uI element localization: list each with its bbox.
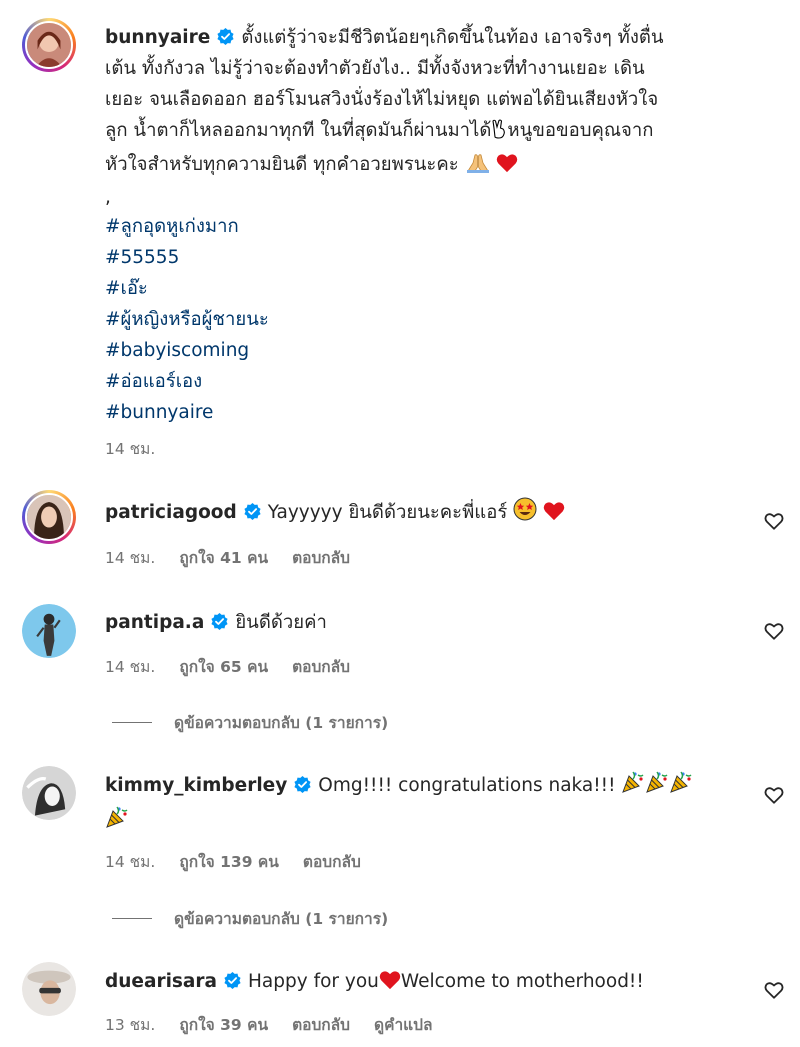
comment-body: kimmy_kimberley Omg!!!! congratulations n… [105,770,740,840]
like-comment-heart-icon[interactable] [764,786,784,804]
comment-meta: 14 ชม. ถูกใจ 139 คน ตอบกลับ [105,849,361,874]
victory-hand-emoji-icon [491,118,507,149]
hashtag-link[interactable]: #ผู้หญิงหรือผู้ชายนะ [105,304,740,335]
comment-meta: 13 ชม. ถูกใจ 39 คน ตอบกลับ ดูคำแปล [105,1012,432,1037]
like-count[interactable]: ถูกใจ 41 คน [179,545,268,570]
reply-button[interactable]: ตอบกลับ [292,1012,350,1037]
hashtag-link[interactable]: #เอ๊ะ [105,273,740,304]
hashtag-link[interactable]: #babyiscoming [105,335,740,366]
red-heart-emoji-icon [496,152,518,183]
like-comment-heart-icon[interactable] [764,622,784,640]
like-comment-heart-icon[interactable] [764,512,784,530]
star-struck-emoji-icon [513,497,537,531]
avatar-photo-icon [27,23,71,67]
hashtag-link[interactable]: #ลูกอุดหูเก่งมาก [105,211,740,242]
comment-body: patriciagood Yayyyyy ยินดีด้วยนะคะพี่แอร์ [105,497,740,531]
view-replies-label: ดูข้อความตอบกลับ (1 รายการ) [174,910,389,928]
verified-badge-icon [243,502,262,521]
translate-button[interactable]: ดูคำแปล [374,1012,432,1037]
comment-meta: 14 ชม. ถูกใจ 41 คน ตอบกลับ [105,545,350,570]
commenter-username[interactable]: patriciagood [105,502,237,523]
replies-divider [112,918,152,919]
post-caption: bunnyaire ตั้งแต่รู้ว่าจะมีชีวิตน้อยๆเกิด… [105,22,740,428]
author-avatar[interactable] [22,18,76,72]
party-popper-emoji-icon [645,770,669,805]
hashtag-link[interactable]: #55555 [105,242,740,273]
party-popper-emoji-icon [105,805,129,840]
caption-line: ตั้งแต่รู้ว่าจะมีชีวิตน้อยๆเกิดขึ้นในท้อ… [241,27,664,48]
view-replies-button[interactable]: ดูข้อความตอบกลับ (1 รายการ) [112,710,388,735]
comment-text: Welcome to motherhood!! [400,971,644,992]
comment-time: 14 ชม. [105,658,156,676]
like-comment-heart-icon[interactable] [764,981,784,999]
comment-time: 14 ชม. [105,853,156,871]
caption-separator: , [105,187,111,208]
party-popper-emoji-icon [669,770,693,805]
author-username[interactable]: bunnyaire [105,27,210,48]
replies-divider [112,722,152,723]
post-time: 14 ชม. [105,440,156,458]
caption-line: เต้น ทั้งกังวล ไม่รู้ว่าจะต้องทำตัวยังไง… [105,58,645,79]
hashtag-link[interactable]: #bunnyaire [105,397,740,428]
commenter-avatar[interactable] [22,604,76,658]
like-count[interactable]: ถูกใจ 39 คน [179,1012,268,1037]
commenter-avatar[interactable] [22,490,76,544]
avatar-photo-icon [22,962,76,1016]
comment-text: Yayyyyy ยินดีด้วยนะคะพี่แอร์ [267,502,508,523]
reply-button[interactable]: ตอบกลับ [292,654,350,679]
comment-text: Omg!!!! congratulations naka!!! [318,775,616,796]
caption-line: หนูขอขอบคุณจาก [507,120,654,141]
verified-badge-icon [210,612,229,631]
view-replies-button[interactable]: ดูข้อความตอบกลับ (1 รายการ) [112,906,388,931]
reply-button[interactable]: ตอบกลับ [303,849,361,874]
comment-text: Happy for you [248,971,379,992]
view-replies-label: ดูข้อความตอบกลับ (1 รายการ) [174,714,389,732]
like-count[interactable]: ถูกใจ 139 คน [179,849,279,874]
party-popper-emoji-icon [621,770,645,805]
comment-time: 13 ชม. [105,1016,156,1034]
comment-text: ยินดีด้วยค่า [235,612,327,633]
comment-body: duearisara Happy for you Welcome to mother… [105,966,740,1000]
comment-body: pantipa.a ยินดีด้วยค่า [105,607,740,638]
comment-time: 14 ชม. [105,549,156,567]
commenter-username[interactable]: duearisara [105,971,217,992]
verified-badge-icon [216,27,235,46]
verified-badge-icon [223,971,242,990]
commenter-username[interactable]: pantipa.a [105,612,204,633]
caption-line: เยอะ จนเลือดออก ฮอร์โมนสวิงนั่งร้องไห้ไม… [105,89,659,110]
caption-line: ลูก น้ำตาก็ไหลออกมาทุกที ในที่สุดมันก็ผ่… [105,120,492,141]
commenter-avatar[interactable] [22,962,76,1016]
red-heart-emoji-icon [543,500,565,531]
commenter-username[interactable]: kimmy_kimberley [105,775,287,796]
post-meta: 14 ชม. [105,436,155,461]
commenter-avatar[interactable] [22,766,76,820]
red-heart-emoji-icon [379,969,401,1000]
like-count[interactable]: ถูกใจ 65 คน [179,654,268,679]
comments-panel: bunnyaire ตั้งแต่รู้ว่าจะมีชีวิตน้อยๆเกิด… [0,0,800,1047]
folded-hands-emoji-icon [465,152,491,183]
avatar-photo-icon [22,766,76,820]
reply-button[interactable]: ตอบกลับ [292,545,350,570]
verified-badge-icon [293,775,312,794]
caption-line: หัวใจสำหรับทุกความยินดี ทุกคำอวยพรนะคะ [105,154,459,175]
avatar-photo-icon [27,495,71,539]
comment-meta: 14 ชม. ถูกใจ 65 คน ตอบกลับ [105,654,350,679]
hashtag-link[interactable]: #อ่อแอร์เอง [105,366,740,397]
avatar-photo-icon [22,604,76,658]
